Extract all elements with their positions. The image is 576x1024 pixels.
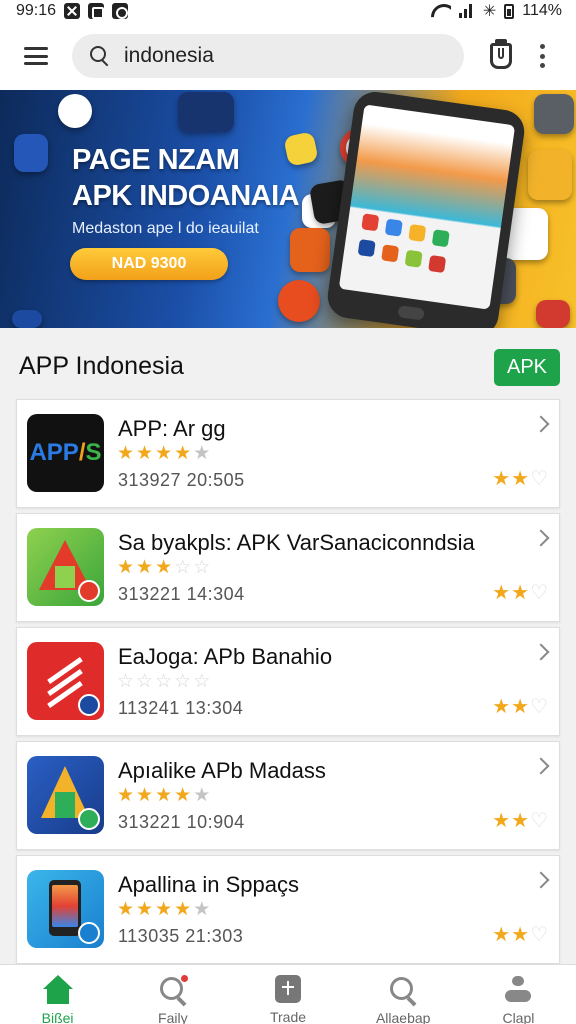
app-list-item[interactable]: Apallina in Sppaçs ★★★★★ 113035 21:303 ★… (16, 855, 560, 964)
search-icon (158, 975, 188, 1004)
nav-label: Faily (158, 1010, 188, 1024)
red-app-icon (536, 300, 570, 328)
status-left: 99:16 (16, 2, 129, 20)
user-icon (503, 975, 533, 1004)
nav-label: Bißei (41, 1010, 74, 1024)
chevron-right-icon[interactable] (532, 757, 550, 775)
banner-title: PAGE NZAM APK INDOANAIA (72, 144, 300, 212)
c-square-icon (112, 3, 129, 19)
nav-item-faily[interactable]: Faily (115, 965, 230, 1024)
battery-icon (504, 3, 515, 19)
app-header (0, 22, 576, 90)
b-square-icon (88, 3, 105, 19)
nav-item-trade[interactable]: Trade (230, 965, 345, 1024)
phone-screen (338, 104, 516, 310)
status-bar: 99:16 ✳ 114% (0, 0, 576, 22)
grey-app-icon (534, 94, 574, 134)
avatar-app-icon (528, 150, 572, 200)
search-input[interactable] (124, 44, 424, 68)
wifi-icon (431, 4, 451, 18)
orange-circle-app-icon (278, 280, 320, 322)
green-a-logo-icon (27, 528, 104, 606)
mini-rating-stars: ★★♡ (492, 468, 549, 490)
blue-a-logo-icon (27, 756, 104, 834)
app-list-item[interactable]: APP/S APP: Ar gg ★★★★★ 313927 20:505 ★★♡ (16, 399, 560, 508)
x-square-icon (64, 3, 81, 19)
chevron-right-icon[interactable] (532, 643, 550, 661)
app-rating-stars: ★★★★★ (117, 899, 213, 920)
blue-app-icon (12, 310, 42, 328)
search-icon (90, 46, 110, 66)
bag-icon[interactable] (490, 39, 512, 69)
banner-subtitle: Medaston ape l do ieauilat (72, 220, 259, 237)
nav-label: Allaebap (375, 1010, 431, 1024)
app-rating-stars: ★★★★★ (117, 443, 213, 464)
app-rating-stars: ★★★☆☆ (117, 557, 213, 578)
bag-plus-icon (275, 975, 301, 1003)
bluetooth-icon: ✳ (482, 3, 497, 20)
search-icon (388, 975, 418, 1004)
google-app-icon (58, 94, 92, 128)
mini-rating-stars: ★★♡ (492, 582, 549, 604)
signal-icon (458, 4, 475, 18)
dark-app-icon (178, 92, 234, 132)
section-title: APP Indonesia (19, 352, 184, 380)
app-name: EaJoga: APb Banahio (118, 644, 333, 669)
app-rating-stars: ★★★★★ (117, 785, 213, 806)
five-app-icon (290, 228, 330, 272)
nav-label: Trade (269, 1009, 307, 1023)
app-meta: 313927 20:505 (118, 470, 245, 490)
mini-rating-stars: ★★♡ (492, 924, 549, 946)
nav-item-home[interactable]: Bißei (0, 965, 115, 1024)
mini-rating-stars: ★★♡ (492, 696, 549, 718)
more-vertical-icon[interactable] (540, 44, 546, 68)
status-time: 99:16 (16, 2, 57, 19)
app-meta: 313221 14:304 (118, 584, 245, 604)
phone-home-button (397, 305, 425, 321)
app-rating-stars: ☆☆☆☆☆ (117, 671, 213, 692)
chevron-right-icon[interactable] (532, 529, 550, 547)
app-name: Sa byakpls: APK VarSanaciconndsia (118, 530, 475, 555)
banner-cta-button[interactable]: NAD 9300 (70, 248, 228, 280)
status-right: ✳ 114% (431, 1, 562, 21)
search-bar[interactable] (72, 34, 464, 78)
bottom-nav: Bißei Faily Trade Allaebap Clapl (0, 964, 576, 1024)
phone-logo-icon (27, 870, 104, 948)
app-name: Apıalike APb Madass (118, 758, 326, 783)
apk-badge-button[interactable]: APK (494, 349, 560, 386)
promo-banner[interactable]: PAGE NZAM APK INDOANAIA Medaston ape l d… (0, 90, 576, 328)
app-meta: 313221 10:904 (118, 812, 245, 832)
red-stripes-logo-icon (27, 642, 104, 720)
chevron-right-icon[interactable] (532, 415, 550, 433)
app-list-item[interactable]: EaJoga: APb Banahio ☆☆☆☆☆ 113241 13:304 … (16, 627, 560, 736)
app-name: APP: Ar gg (118, 416, 226, 441)
app-meta: 113035 21:303 (118, 926, 244, 946)
home-icon (42, 975, 74, 1005)
nav-item-allaebap[interactable]: Allaebap (346, 965, 461, 1024)
c-app-icon (14, 134, 48, 172)
chevron-right-icon[interactable] (532, 871, 550, 889)
nav-label: Clapl (502, 1010, 535, 1024)
menu-icon[interactable] (24, 47, 48, 65)
nav-item-clapl[interactable]: Clapl (461, 965, 576, 1024)
app-name: Apallina in Sppaçs (118, 872, 300, 897)
app-meta: 113241 13:304 (118, 698, 244, 718)
app-list-item[interactable]: Apıalike APb Madass ★★★★★ 313221 10:904 … (16, 741, 560, 850)
apps-logo-icon: APP/S (27, 414, 104, 492)
app-list-item[interactable]: Sa byakpls: APK VarSanaciconndsia ★★★☆☆ … (16, 513, 560, 622)
phone-illustration (324, 90, 528, 328)
battery-level: 114% (522, 2, 562, 19)
mini-rating-stars: ★★♡ (492, 810, 549, 832)
